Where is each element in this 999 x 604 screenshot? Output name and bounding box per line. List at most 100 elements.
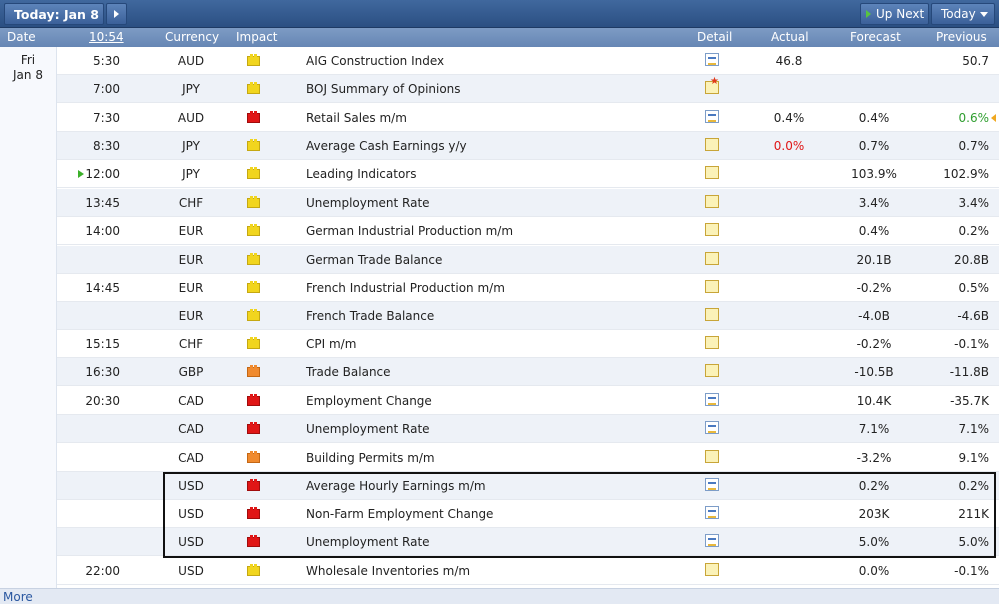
event-row[interactable]: 14:00 EUR German Industrial Production m/m… xyxy=(57,217,999,245)
impact-red-icon[interactable] xyxy=(247,394,260,406)
impact-yellow-icon[interactable] xyxy=(247,281,260,293)
impact-red-icon[interactable] xyxy=(247,535,260,547)
event-title[interactable]: Employment Change xyxy=(306,394,432,408)
detail-button[interactable] xyxy=(705,308,719,321)
detail-button[interactable] xyxy=(705,252,719,265)
impact-yellow-icon[interactable] xyxy=(247,54,260,66)
event-row[interactable]: EUR German Trade Balance 20.1B 20.8B xyxy=(57,246,999,274)
impact-yellow-icon[interactable] xyxy=(247,139,260,151)
event-title[interactable]: Unemployment Rate xyxy=(306,196,430,210)
event-row[interactable]: USD Non-Farm Employment Change 203K 211K xyxy=(57,500,999,528)
today-date-button[interactable]: Today: Jan 8 xyxy=(4,3,104,25)
impact-orange-icon[interactable] xyxy=(247,365,260,377)
event-row[interactable]: CAD Unemployment Rate 7.1% 7.1% xyxy=(57,415,999,443)
detail-folder-icon xyxy=(705,280,719,293)
event-time: 14:45 xyxy=(57,281,120,295)
event-row[interactable]: 22:00 USD Wholesale Inventories m/m 0.0% -0.… xyxy=(57,557,999,585)
event-row[interactable]: USD Average Hourly Earnings m/m 0.2% 0.2% xyxy=(57,472,999,500)
detail-button[interactable] xyxy=(705,138,719,151)
event-title[interactable]: Unemployment Rate xyxy=(306,535,430,549)
detail-button[interactable] xyxy=(705,195,719,208)
event-title[interactable]: Unemployment Rate xyxy=(306,422,430,436)
event-title[interactable]: Average Cash Earnings y/y xyxy=(306,139,467,153)
event-title[interactable]: Average Hourly Earnings m/m xyxy=(306,479,486,493)
event-row[interactable]: 7:00 JPY BOJ Summary of Opinions xyxy=(57,75,999,103)
event-row[interactable]: 8:30 JPY Average Cash Earnings y/y 0.0% 0.7%… xyxy=(57,132,999,160)
event-previous: 0.7% xyxy=(919,139,996,153)
detail-button[interactable] xyxy=(705,53,719,66)
event-currency: USD xyxy=(178,507,204,521)
col-currency: Currency xyxy=(165,30,220,44)
col-time[interactable]: 10:54 xyxy=(89,30,124,44)
impact-yellow-icon[interactable] xyxy=(247,337,260,349)
impact-yellow-icon[interactable] xyxy=(247,564,260,576)
detail-button[interactable] xyxy=(705,534,719,547)
event-title[interactable]: Retail Sales m/m xyxy=(306,111,407,125)
event-title[interactable]: French Industrial Production m/m xyxy=(306,281,505,295)
event-title[interactable]: CPI m/m xyxy=(306,337,356,351)
event-title[interactable]: Wholesale Inventories m/m xyxy=(306,564,470,578)
event-row[interactable]: 16:30 GBP Trade Balance -10.5B -11.8B xyxy=(57,358,999,386)
detail-button[interactable] xyxy=(705,563,719,576)
event-currency: EUR xyxy=(178,281,204,295)
event-title[interactable]: Non-Farm Employment Change xyxy=(306,507,493,521)
detail-graph-icon xyxy=(705,110,719,123)
impact-red-icon[interactable] xyxy=(247,507,260,519)
detail-button[interactable] xyxy=(705,280,719,293)
event-row[interactable]: 15:15 CHF CPI m/m -0.2% -0.1% xyxy=(57,330,999,358)
impact-yellow-icon[interactable] xyxy=(247,82,260,94)
event-title[interactable]: French Trade Balance xyxy=(306,309,434,323)
detail-button[interactable] xyxy=(705,478,719,491)
detail-button[interactable] xyxy=(705,110,719,123)
event-row[interactable]: CAD Building Permits m/m -3.2% 9.1% xyxy=(57,444,999,472)
event-row[interactable]: 14:45 EUR French Industrial Production m/m… xyxy=(57,274,999,302)
detail-button[interactable] xyxy=(705,364,719,377)
event-row[interactable]: 13:45 CHF Unemployment Rate 3.4% 3.4% xyxy=(57,189,999,217)
detail-button[interactable] xyxy=(705,76,719,94)
calendar-footer: More xyxy=(0,588,999,604)
col-detail: Detail xyxy=(697,30,733,44)
impact-orange-icon[interactable] xyxy=(247,451,260,463)
event-currency: USD xyxy=(178,564,204,578)
impact-red-icon[interactable] xyxy=(247,422,260,434)
col-forecast: Forecast xyxy=(850,30,901,44)
detail-button[interactable] xyxy=(705,506,719,519)
impact-yellow-icon[interactable] xyxy=(247,196,260,208)
impact-red-icon[interactable] xyxy=(247,479,260,491)
detail-button[interactable] xyxy=(705,336,719,349)
event-row[interactable]: 12:00 JPY Leading Indicators 103.9% 102.9% xyxy=(57,160,999,188)
detail-button[interactable] xyxy=(705,166,719,179)
event-forecast: 3.4% xyxy=(858,196,890,210)
event-title[interactable]: German Trade Balance xyxy=(306,253,442,267)
event-row[interactable]: USD Unemployment Rate 5.0% 5.0% xyxy=(57,528,999,556)
detail-folder-icon xyxy=(705,223,719,236)
up-next-button[interactable]: Up Next xyxy=(860,3,929,25)
event-currency: USD xyxy=(178,479,204,493)
event-title[interactable]: Leading Indicators xyxy=(306,167,416,181)
impact-yellow-icon[interactable] xyxy=(247,167,260,179)
impact-yellow-icon[interactable] xyxy=(247,253,260,265)
detail-button[interactable] xyxy=(705,223,719,236)
event-row[interactable]: 5:30 AUD AIG Construction Index 46.8 50.7 xyxy=(57,47,999,75)
event-time-text: 13:45 xyxy=(85,196,120,210)
next-day-button[interactable] xyxy=(106,3,127,25)
event-title[interactable]: Building Permits m/m xyxy=(306,451,435,465)
impact-red-icon[interactable] xyxy=(247,111,260,123)
impact-yellow-icon[interactable] xyxy=(247,309,260,321)
more-link[interactable]: More xyxy=(3,590,33,604)
impact-yellow-icon[interactable] xyxy=(247,224,260,236)
event-previous-text: 0.6% xyxy=(958,111,990,125)
event-time: 16:30 xyxy=(57,365,120,379)
event-title[interactable]: German Industrial Production m/m xyxy=(306,224,513,238)
detail-button[interactable] xyxy=(705,421,719,434)
event-row[interactable]: 20:30 CAD Employment Change 10.4K -35.7K xyxy=(57,387,999,415)
event-title[interactable]: BOJ Summary of Opinions xyxy=(306,82,461,96)
event-title[interactable]: Trade Balance xyxy=(306,365,391,379)
event-row[interactable]: 7:30 AUD Retail Sales m/m 0.4% 0.4% 0.6% xyxy=(57,104,999,132)
today-dropdown[interactable]: Today xyxy=(931,3,995,25)
detail-button[interactable] xyxy=(705,393,719,406)
detail-button[interactable] xyxy=(705,450,719,463)
event-row[interactable]: EUR French Trade Balance -4.0B -4.6B xyxy=(57,302,999,330)
up-next-label: Up Next xyxy=(876,7,925,21)
event-title[interactable]: AIG Construction Index xyxy=(306,54,444,68)
